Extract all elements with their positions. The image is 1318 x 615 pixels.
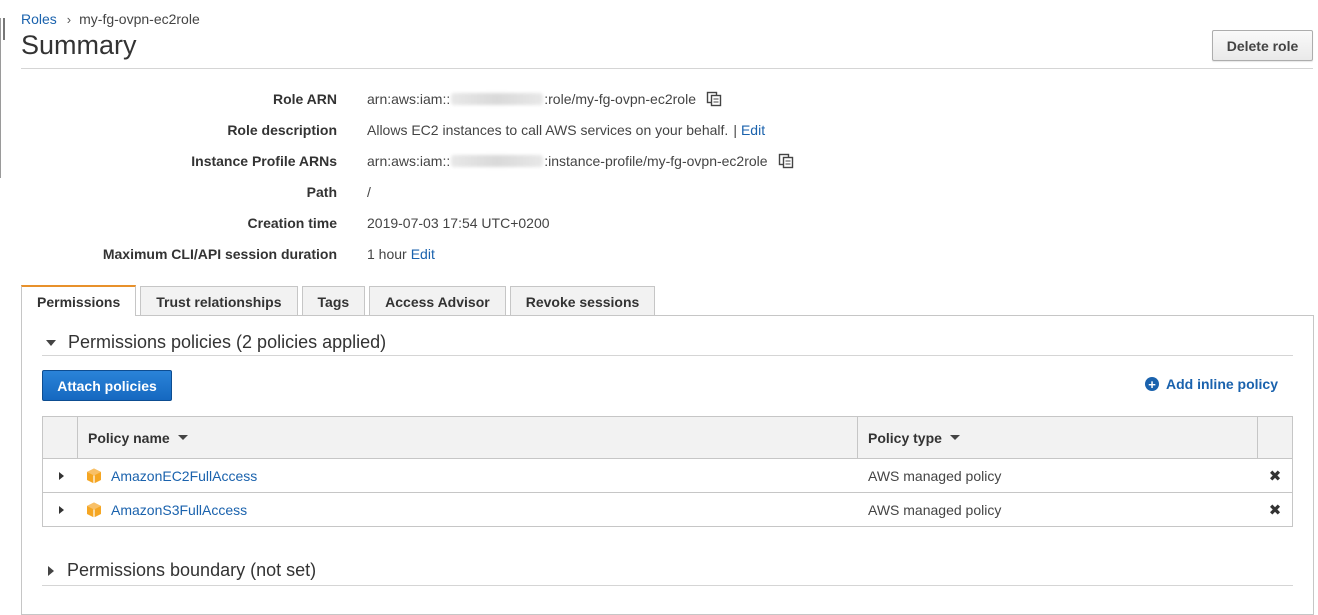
breadcrumb-current: my-fg-ovpn-ec2role [79,11,200,27]
creation-time-value: 2019-07-03 17:54 UTC+0200 [367,215,550,231]
summary-row-role-arn: Role ARN arn:aws:iam:: :role/my-fg-ovpn-… [0,89,1318,109]
policy-type-header-label: Policy type [868,429,942,446]
tab-permissions[interactable]: Permissions [21,285,137,316]
collapse-caret-icon [46,339,56,346]
policy-type-cell: AWS managed policy [868,501,1002,518]
redacted-account-id [451,93,544,105]
tab-access-advisor[interactable]: Access Advisor [369,286,506,316]
expand-row-toggle[interactable] [43,459,78,492]
role-description-label: Role description [227,122,337,138]
policy-type-column-header[interactable]: Policy type [858,417,1258,458]
copy-icon[interactable] [778,153,794,169]
policy-name-link[interactable]: AmazonS3FullAccess [111,502,247,518]
instance-profile-prefix: arn:aws:iam:: [367,153,451,169]
remove-policy-icon[interactable]: ✖ [1258,493,1292,526]
delete-role-button[interactable]: Delete role [1212,30,1313,61]
title-divider [21,68,1313,69]
summary-row-role-description: Role description Allows EC2 instances to… [0,120,1318,140]
expand-row-toggle[interactable] [43,493,78,526]
role-arn-value: arn:aws:iam:: :role/my-fg-ovpn-ec2role [367,91,722,107]
copy-icon[interactable] [706,91,722,107]
instance-profile-suffix: :instance-profile/my-fg-ovpn-ec2role [544,153,768,169]
policy-name-link[interactable]: AmazonEC2FullAccess [111,468,257,484]
remove-policy-icon[interactable]: ✖ [1258,459,1292,492]
attach-policies-button[interactable]: Attach policies [42,370,172,401]
expand-caret-icon [58,471,64,480]
permissions-policies-title: Permissions policies (2 policies applied… [68,332,387,352]
permissions-boundary-header[interactable]: Permissions boundary (not set) [42,556,1293,586]
redacted-account-id [451,155,544,167]
policy-name-cell: AmazonEC2FullAccess [78,459,858,492]
plus-circle-icon: + [1145,377,1159,391]
path-value: / [367,184,371,200]
tab-trust-relationships[interactable]: Trust relationships [140,286,298,316]
edit-description-link[interactable]: Edit [741,122,765,138]
role-description-text: Allows EC2 instances to call AWS service… [367,122,729,138]
actions-column-header [1258,417,1292,458]
table-row: AmazonEC2FullAccess AWS managed policy ✖ [43,459,1292,493]
breadcrumb-separator: › [66,11,72,27]
policy-name-column-header[interactable]: Policy name [78,417,858,458]
summary-row-path: Path / [0,182,1318,202]
policy-name-header-label: Policy name [88,429,170,446]
table-header: Policy name Policy type [43,417,1292,459]
max-session-text: 1 hour [367,246,407,262]
add-inline-policy-label: Add inline policy [1166,376,1279,392]
permissions-boundary-title: Permissions boundary (not set) [67,560,317,580]
breadcrumb: Roles › my-fg-ovpn-ec2role [21,11,200,27]
policy-type-cell: AWS managed policy [868,467,1002,484]
expand-caret-icon [58,505,64,514]
role-arn-label: Role ARN [272,91,337,107]
role-description-value: Allows EC2 instances to call AWS service… [367,122,765,138]
role-description-separator: | [733,122,737,138]
role-arn-prefix: arn:aws:iam:: [367,91,451,107]
creation-time-label: Creation time [247,215,337,231]
table-row: AmazonS3FullAccess AWS managed policy ✖ [43,493,1292,527]
role-arn-suffix: :role/my-fg-ovpn-ec2role [544,91,696,107]
summary-row-max-session: Maximum CLI/API session duration 1 hour … [0,244,1318,264]
add-inline-policy-link[interactable]: + Add inline policy [1145,376,1278,392]
tab-bar: Permissions Trust relationships Tags Acc… [21,285,659,316]
edit-session-duration-link[interactable]: Edit [411,246,435,262]
expand-caret-icon [48,565,54,576]
path-label: Path [306,184,337,200]
permissions-policies-header[interactable]: Permissions policies (2 policies applied… [42,330,1293,356]
instance-profile-label: Instance Profile ARNs [191,153,337,169]
page-title: Summary [21,30,137,60]
expand-column-header [43,417,78,458]
policies-table: Policy name Policy type AmazonEC2FullAcc… [42,416,1293,527]
managed-policy-icon [86,502,102,518]
summary-row-instance-profile: Instance Profile ARNs arn:aws:iam:: :ins… [0,151,1318,171]
max-session-value: 1 hour Edit [367,246,435,262]
sort-caret-icon [177,435,188,440]
breadcrumb-roles-link[interactable]: Roles [21,11,57,27]
tab-revoke-sessions[interactable]: Revoke sessions [509,286,656,316]
tab-tags[interactable]: Tags [301,286,366,316]
policy-name-cell: AmazonS3FullAccess [78,493,858,526]
max-session-label: Maximum CLI/API session duration [102,246,337,262]
summary-row-creation-time: Creation time 2019-07-03 17:54 UTC+0200 [0,213,1318,233]
managed-policy-icon [86,468,102,484]
sort-caret-icon [949,435,960,440]
instance-profile-value: arn:aws:iam:: :instance-profile/my-fg-ov… [367,153,794,169]
